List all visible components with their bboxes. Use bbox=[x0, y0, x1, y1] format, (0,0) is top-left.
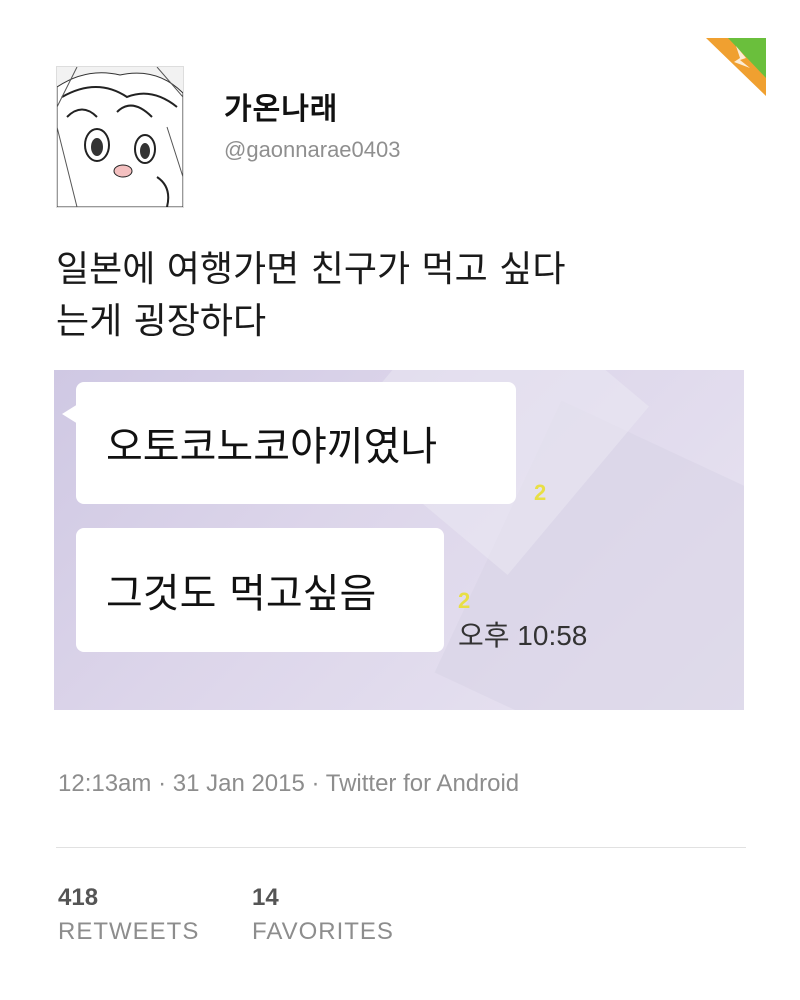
tweet-text: 일본에 여행가면 친구가 먹고 싶다 는게 굉장하다 bbox=[56, 244, 746, 348]
message-time: 오후 10:58 bbox=[458, 620, 588, 651]
chat-bubble: 오토코노코야끼였나 bbox=[62, 382, 516, 504]
tweet-timestamp[interactable]: 12:13am · 31 Jan 2015 · Twitter for Andr… bbox=[58, 770, 519, 798]
favorites-count: 14 bbox=[252, 884, 279, 911]
tweet-text-line-2: 는게 굉장하다 bbox=[56, 301, 267, 342]
unread-count: 2 bbox=[534, 480, 547, 505]
favorites-label: FAVORITES bbox=[252, 918, 394, 945]
unread-count: 2 bbox=[458, 588, 471, 613]
divider bbox=[56, 847, 746, 848]
retweets-stat[interactable]: 418 RETWEETS bbox=[58, 884, 199, 946]
chat-bubble-text: 오토코노코야끼였나 bbox=[106, 424, 438, 470]
chat-bubble: 그것도 먹고싶음 bbox=[76, 528, 444, 652]
retweets-label: RETWEETS bbox=[58, 918, 200, 945]
display-name[interactable]: 가온나래 bbox=[224, 84, 338, 128]
favorites-stat[interactable]: 14 FAVORITES bbox=[252, 884, 394, 946]
tweet-card: 가온나래 @gaonnarae0403 일본에 여행가면 친구가 먹고 싶다 는… bbox=[30, 32, 766, 967]
corner-ribbon-icon bbox=[706, 38, 766, 96]
tweet-media-image[interactable]: 오토코노코야끼였나 2 그것도 먹고싶음 2 오후 10:58 bbox=[54, 370, 744, 710]
avatar[interactable] bbox=[56, 66, 184, 208]
user-handle[interactable]: @gaonnarae0403 bbox=[224, 137, 400, 163]
tweet-text-line-1: 일본에 여행가면 친구가 먹고 싶다 bbox=[56, 249, 566, 290]
chat-bubble-text: 그것도 먹고싶음 bbox=[106, 571, 377, 617]
retweets-count: 418 bbox=[58, 884, 99, 911]
